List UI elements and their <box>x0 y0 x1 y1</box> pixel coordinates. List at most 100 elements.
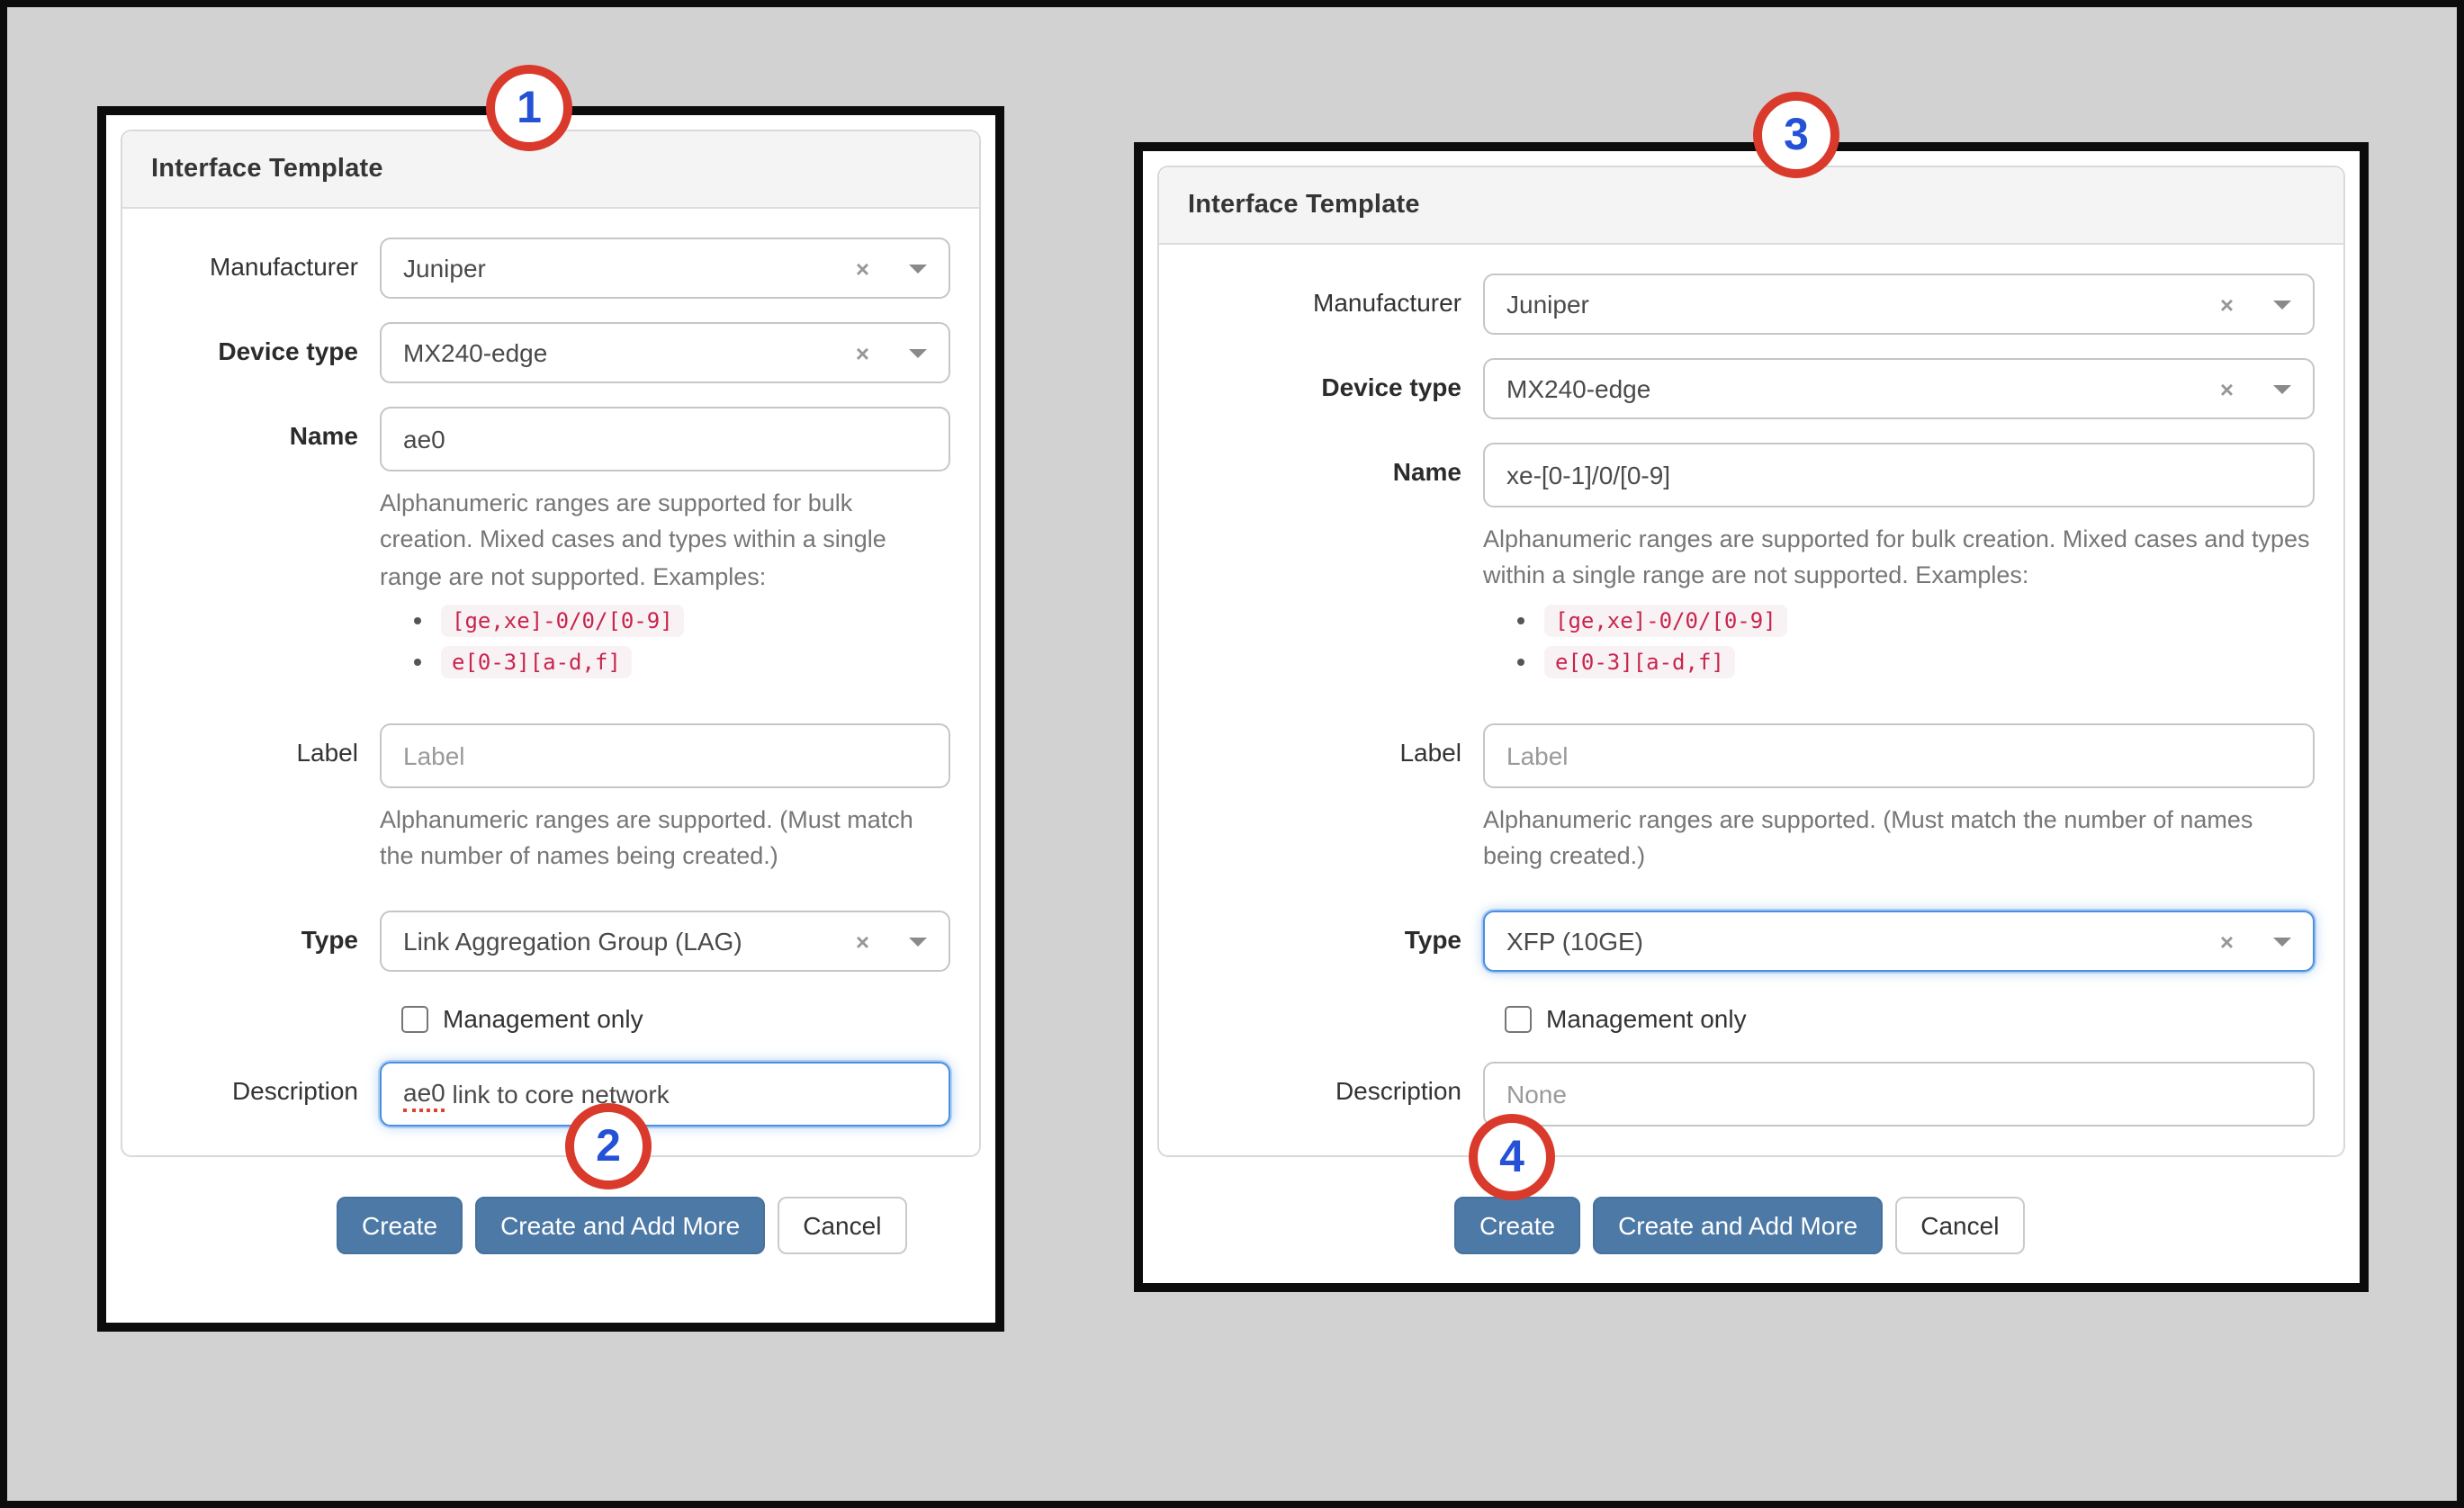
description-label: Description <box>151 1063 380 1108</box>
manufacturer-label: Manufacturer <box>1188 274 1483 319</box>
list-item: e[0-3][a-d,f] <box>1544 644 2315 679</box>
type-selected-value: XFP (10GE) <box>1506 927 2220 956</box>
form-row-description: Description <box>1188 1062 2315 1127</box>
name-input[interactable] <box>1483 443 2315 507</box>
form-row-manufacturer: Manufacturer Juniper × <box>1188 274 2315 335</box>
dialog-title: Interface Template <box>151 155 950 184</box>
label-label: Label <box>1188 723 1483 767</box>
description-input[interactable] <box>1483 1062 2315 1127</box>
type-label: Type <box>1188 911 1483 956</box>
label-help-text: Alphanumeric ranges are supported. (Must… <box>380 803 950 875</box>
caret-down-icon[interactable] <box>2273 937 2291 946</box>
list-item: [ge,xe]-0/0/[0-9] <box>1544 602 2315 637</box>
annotation-step-1-number: 1 <box>517 82 542 134</box>
name-help-text: Alphanumeric ranges are supported for bu… <box>380 486 950 596</box>
dialog-title: Interface Template <box>1188 191 2315 220</box>
label-help-text: Alphanumeric ranges are supported. (Must… <box>1483 802 2315 875</box>
manufacturer-label: Manufacturer <box>151 238 380 283</box>
manufacturer-select[interactable]: Juniper × <box>1483 274 2315 335</box>
annotation-step-3: 3 <box>1753 92 1839 178</box>
annotation-step-4: 4 <box>1469 1114 1555 1200</box>
name-example-code: e[0-3][a-d,f] <box>441 647 632 679</box>
name-example-code: e[0-3][a-d,f] <box>1544 646 1735 678</box>
name-input[interactable] <box>380 407 950 471</box>
cancel-button[interactable]: Cancel <box>1895 1197 2024 1254</box>
description-value-rest: link to core network <box>445 1081 670 1109</box>
annotation-step-2-number: 2 <box>596 1121 621 1173</box>
label-input[interactable] <box>380 723 950 788</box>
interface-template-dialog-left: 1 Interface Template Manufacturer Junipe… <box>97 106 1004 1332</box>
caret-down-icon[interactable] <box>909 348 927 357</box>
caret-down-icon[interactable] <box>909 264 927 273</box>
device-type-selected-value: MX240-edge <box>1506 374 2220 403</box>
card-body: Manufacturer Juniper × Device type MX240… <box>1159 245 2343 1155</box>
description-label: Description <box>1188 1062 1483 1107</box>
create-button[interactable]: Create <box>1454 1197 1580 1254</box>
clear-icon[interactable]: × <box>2220 377 2234 400</box>
caret-down-icon[interactable] <box>2273 384 2291 393</box>
device-type-label: Device type <box>151 322 380 367</box>
type-select[interactable]: Link Aggregation Group (LAG) × <box>380 911 950 973</box>
create-button[interactable]: Create <box>337 1198 463 1255</box>
management-only-row: Management only <box>1505 1004 2315 1033</box>
management-only-checkbox[interactable] <box>401 1006 428 1033</box>
label-input[interactable] <box>1483 723 2315 787</box>
annotation-step-3-number: 3 <box>1784 109 1809 161</box>
annotation-step-4-number: 4 <box>1499 1131 1524 1183</box>
create-and-add-more-button[interactable]: Create and Add More <box>475 1198 765 1255</box>
form-row-label: Label Alphanumeric ranges are supported.… <box>1188 723 2315 875</box>
clear-icon[interactable]: × <box>856 256 869 280</box>
clear-icon[interactable]: × <box>2220 292 2234 316</box>
management-only-checkbox[interactable] <box>1505 1005 1532 1032</box>
list-item: e[0-3][a-d,f] <box>441 645 950 680</box>
type-label: Type <box>151 911 380 956</box>
clear-icon[interactable]: × <box>2220 929 2234 953</box>
form-card: Interface Template Manufacturer Juniper … <box>121 130 981 1158</box>
label-label: Label <box>151 723 380 768</box>
dialog-buttons: 4 Create Create and Add More Cancel <box>1454 1197 2345 1265</box>
description-value-misspelled: ae0 <box>403 1078 445 1112</box>
form-card: Interface Template Manufacturer Juniper … <box>1157 166 2345 1157</box>
form-row-type: Type XFP (10GE) × <box>1188 911 2315 972</box>
form-row-device-type: Device type MX240-edge × <box>1188 358 2315 419</box>
clear-icon[interactable]: × <box>856 930 869 954</box>
form-row-label: Label Alphanumeric ranges are supported.… <box>151 723 950 875</box>
type-select[interactable]: XFP (10GE) × <box>1483 911 2315 972</box>
manufacturer-selected-value: Juniper <box>1506 290 2220 319</box>
manufacturer-select[interactable]: Juniper × <box>380 238 950 299</box>
manufacturer-selected-value: Juniper <box>403 254 856 283</box>
device-type-label: Device type <box>1188 358 1483 403</box>
card-header: Interface Template <box>1159 167 2343 245</box>
management-only-label: Management only <box>1546 1004 1747 1033</box>
annotation-step-2: 2 <box>565 1104 652 1190</box>
clear-icon[interactable]: × <box>856 341 869 364</box>
caret-down-icon[interactable] <box>909 938 927 947</box>
name-label: Name <box>151 407 380 452</box>
create-and-add-more-button[interactable]: Create and Add More <box>1593 1197 1883 1254</box>
screenshot-stage: 1 Interface Template Manufacturer Junipe… <box>0 0 2464 1508</box>
name-example-list: [ge,xe]-0/0/[0-9] e[0-3][a-d,f] <box>441 603 950 680</box>
name-example-list: [ge,xe]-0/0/[0-9] e[0-3][a-d,f] <box>1544 602 2315 679</box>
device-type-select[interactable]: MX240-edge × <box>380 322 950 383</box>
description-input[interactable]: ae0 link to core network <box>380 1063 950 1127</box>
name-label: Name <box>1188 443 1483 488</box>
management-only-label: Management only <box>443 1005 643 1034</box>
form-row-description: Description ae0 link to core network <box>151 1063 950 1127</box>
dialog-buttons: 2 Create Create and Add More Cancel <box>337 1198 981 1266</box>
form-row-name: Name Alphanumeric ranges are supported f… <box>151 407 950 687</box>
name-help-text: Alphanumeric ranges are supported for bu… <box>1483 522 2315 595</box>
caret-down-icon[interactable] <box>2273 300 2291 309</box>
name-example-code: [ge,xe]-0/0/[0-9] <box>441 605 684 637</box>
name-example-code: [ge,xe]-0/0/[0-9] <box>1544 604 1787 636</box>
cancel-button[interactable]: Cancel <box>778 1198 906 1255</box>
interface-template-dialog-right: 3 Interface Template Manufacturer Junipe… <box>1134 142 2369 1292</box>
form-row-type: Type Link Aggregation Group (LAG) × <box>151 911 950 973</box>
type-selected-value: Link Aggregation Group (LAG) <box>403 928 856 956</box>
device-type-select[interactable]: MX240-edge × <box>1483 358 2315 419</box>
card-body: Manufacturer Juniper × Device type MX240… <box>122 209 979 1156</box>
annotation-step-1: 1 <box>486 65 572 151</box>
list-item: [ge,xe]-0/0/[0-9] <box>441 603 950 638</box>
device-type-selected-value: MX240-edge <box>403 338 856 367</box>
form-row-manufacturer: Manufacturer Juniper × <box>151 238 950 299</box>
form-row-name: Name Alphanumeric ranges are supported f… <box>1188 443 2315 687</box>
